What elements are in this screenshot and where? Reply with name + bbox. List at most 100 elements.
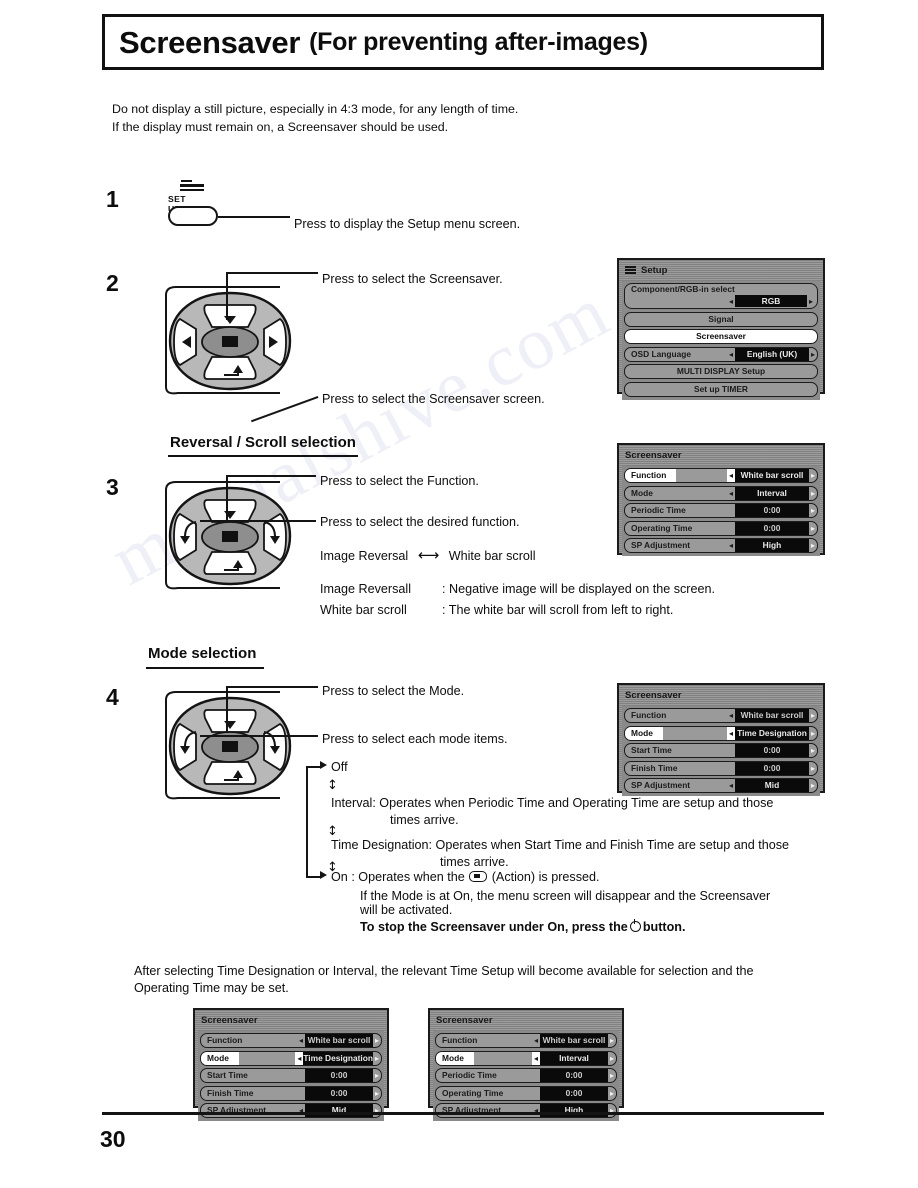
- osd-row-operating-time[interactable]: Operating Time 0:00 ▸: [624, 520, 818, 536]
- osd-value-function: White bar scroll: [734, 469, 809, 482]
- left-arrow-icon[interactable]: ◂: [727, 539, 735, 552]
- flow-text-time-designation: : Operates when Start Time and Finish Ti…: [428, 838, 790, 852]
- left-arrow-icon[interactable]: ◂: [727, 487, 735, 500]
- left-arrow-icon[interactable]: ◂: [532, 1034, 540, 1047]
- step-1-callout: Press to display the Setup menu screen.: [294, 217, 521, 231]
- osd-label-multi-display: MULTI DISPLAY Setup: [676, 366, 766, 376]
- right-arrow-icon[interactable]: ▸: [608, 1104, 616, 1117]
- right-arrow-icon[interactable]: ▸: [809, 709, 817, 722]
- step-4-callout-top: Press to select the Mode.: [322, 684, 465, 698]
- left-arrow-icon[interactable]: ◂: [297, 1104, 305, 1117]
- osd-value-start-time: 0:00: [734, 744, 809, 757]
- osd-row-sp-adjustment[interactable]: SP Adjustment ◂ Mid ▸: [200, 1103, 382, 1118]
- closing-line-2: Operating Time may be set.: [134, 981, 289, 995]
- right-arrow-icon[interactable]: ▸: [373, 1034, 381, 1047]
- osd-row-osd-language[interactable]: OSD Language ◂ English (UK) ▸: [624, 346, 818, 362]
- right-arrow-icon[interactable]: ▸: [373, 1052, 381, 1065]
- flow-term-time-designation: Time Designation: [331, 838, 429, 852]
- osd-row-operating-time[interactable]: Operating Time 0:00 ▸: [435, 1085, 617, 1101]
- osd-label-setup-timer: Set up TIMER: [694, 383, 748, 394]
- left-arrow-icon[interactable]: ◂: [532, 1104, 540, 1117]
- flow-on-note-2: will be activated.: [360, 903, 453, 917]
- right-arrow-icon[interactable]: ▸: [608, 1052, 616, 1065]
- osd-row-mode[interactable]: Mode ◂ Time Designation ▸: [624, 725, 818, 741]
- function-toggle-row: Image Reversal ⟷ White bar scroll: [320, 546, 536, 564]
- osd-value-osd-language: English (UK): [734, 347, 809, 361]
- osd-value-periodic-time: 0:00: [539, 1069, 608, 1082]
- osd-row-mode[interactable]: Mode ◂ Interval ▸: [435, 1050, 617, 1066]
- osd-row-start-time[interactable]: Start Time 0:00 ▸: [200, 1068, 382, 1083]
- osd-row-sp-adjustment[interactable]: SP Adjustment ◂ High ▸: [624, 538, 818, 553]
- osd-row-finish-time[interactable]: Finish Time 0:00 ▸: [624, 760, 818, 776]
- left-arrow-icon[interactable]: ◂: [727, 295, 735, 308]
- flow-text-interval-2: times arrive.: [390, 813, 459, 827]
- right-arrow-icon[interactable]: ▸: [809, 504, 817, 517]
- osd-screensaver-interval: Screensaver Function ◂ White bar scroll …: [617, 443, 825, 556]
- osd-row-signal[interactable]: Signal: [624, 311, 818, 327]
- osd-row-function[interactable]: Function ◂ White bar scroll ▸: [624, 708, 818, 723]
- left-arrow-icon[interactable]: ◂: [297, 1034, 305, 1047]
- right-arrow-icon[interactable]: ▸: [373, 1104, 381, 1117]
- osd-row-setup-timer[interactable]: Set up TIMER: [624, 381, 818, 397]
- right-arrow-icon[interactable]: ▸: [809, 779, 817, 792]
- flow-term-on: On: [331, 870, 348, 884]
- right-arrow-icon[interactable]: ▸: [809, 348, 817, 361]
- osd-label-finish-time: Finish Time: [207, 1087, 254, 1098]
- osd-screensaver-timedesignation: Screensaver Function ◂ White bar scroll …: [617, 683, 825, 796]
- osd-bottom-left-title: Screensaver: [201, 1015, 258, 1026]
- osd-value-function: White bar scroll: [734, 709, 809, 722]
- right-arrow-icon[interactable]: ▸: [608, 1087, 616, 1100]
- remote-dpad-step3[interactable]: [160, 478, 300, 596]
- flow-text-on-a: : Operates when the: [351, 870, 465, 884]
- osd-label-mode: Mode: [625, 726, 663, 740]
- osd-row-start-time[interactable]: Start Time 0:00 ▸: [624, 743, 818, 758]
- left-arrow-icon[interactable]: ◂: [727, 348, 735, 361]
- osd-row-sp-adjustment[interactable]: SP Adjustment ◂ Mid ▸: [624, 778, 818, 793]
- right-arrow-icon[interactable]: ▸: [809, 744, 817, 757]
- right-arrow-icon[interactable]: ▸: [807, 295, 815, 308]
- right-arrow-icon[interactable]: ▸: [373, 1087, 381, 1100]
- right-arrow-icon[interactable]: ▸: [809, 469, 817, 482]
- right-arrow-icon[interactable]: ▸: [809, 522, 817, 535]
- osd-row-function[interactable]: Function ◂ White bar scroll ▸: [435, 1033, 617, 1048]
- left-arrow-icon[interactable]: ◂: [726, 726, 735, 740]
- right-arrow-icon[interactable]: ▸: [608, 1034, 616, 1047]
- osd-row-periodic-time[interactable]: Periodic Time 0:00 ▸: [435, 1068, 617, 1083]
- leader-line-step4-bottom: [200, 735, 318, 737]
- left-arrow-icon[interactable]: ◂: [531, 1051, 540, 1065]
- right-arrow-icon[interactable]: ▸: [809, 762, 817, 775]
- left-arrow-icon[interactable]: ◂: [295, 1051, 304, 1065]
- osd-value-mode: Time Designation: [303, 1051, 373, 1065]
- osd-row-mode[interactable]: Mode ◂ Time Designation ▸: [200, 1050, 382, 1066]
- flow-on-note-3a: To stop the Screensaver under On, press …: [360, 920, 628, 934]
- osd-bottom-left: Screensaver Function ◂ White bar scroll …: [193, 1008, 389, 1121]
- osd-value-sp-adjustment: High: [734, 539, 809, 552]
- remote-dpad-step4[interactable]: [160, 688, 300, 806]
- osd-value-sp-adjustment: Mid: [304, 1104, 373, 1117]
- osd-row-mode[interactable]: Mode ◂ Interval ▸: [624, 485, 818, 501]
- osd-row-component-rgb[interactable]: Component/RGB-in select ◂ RGB ▸: [624, 283, 818, 309]
- right-arrow-icon[interactable]: ▸: [373, 1069, 381, 1082]
- osd-row-finish-time[interactable]: Finish Time 0:00 ▸: [200, 1085, 382, 1101]
- osd-row-multi-display[interactable]: MULTI DISPLAY Setup: [624, 364, 818, 379]
- osd-row-sp-adjustment[interactable]: SP Adjustment ◂ High ▸: [435, 1103, 617, 1118]
- right-arrow-icon[interactable]: ▸: [809, 539, 817, 552]
- step-2-number: 2: [106, 270, 119, 296]
- osd-bottom-right-title-bar: Screensaver: [433, 1013, 619, 1028]
- setup-button[interactable]: [168, 206, 218, 226]
- right-arrow-icon[interactable]: ▸: [608, 1069, 616, 1082]
- section-heading-mode-selection: Mode selection: [148, 645, 257, 662]
- osd-row-function[interactable]: Function ◂ White bar scroll ▸: [624, 468, 818, 483]
- intro-line-2: If the display must remain on, a Screens…: [112, 120, 449, 135]
- osd-row-screensaver[interactable]: Screensaver: [624, 329, 818, 344]
- osd-row-function[interactable]: Function ◂ White bar scroll ▸: [200, 1033, 382, 1048]
- menu-lines-icon: [180, 180, 206, 193]
- left-arrow-icon[interactable]: ◂: [727, 779, 735, 792]
- right-arrow-icon[interactable]: ▸: [809, 727, 817, 740]
- remote-dpad-step2[interactable]: [160, 283, 300, 401]
- right-arrow-icon[interactable]: ▸: [809, 487, 817, 500]
- footer-rule: [102, 1112, 824, 1115]
- osd-row-periodic-time[interactable]: Periodic Time 0:00 ▸: [624, 503, 818, 518]
- left-arrow-icon[interactable]: ◂: [727, 709, 735, 722]
- left-arrow-icon[interactable]: ◂: [726, 469, 735, 482]
